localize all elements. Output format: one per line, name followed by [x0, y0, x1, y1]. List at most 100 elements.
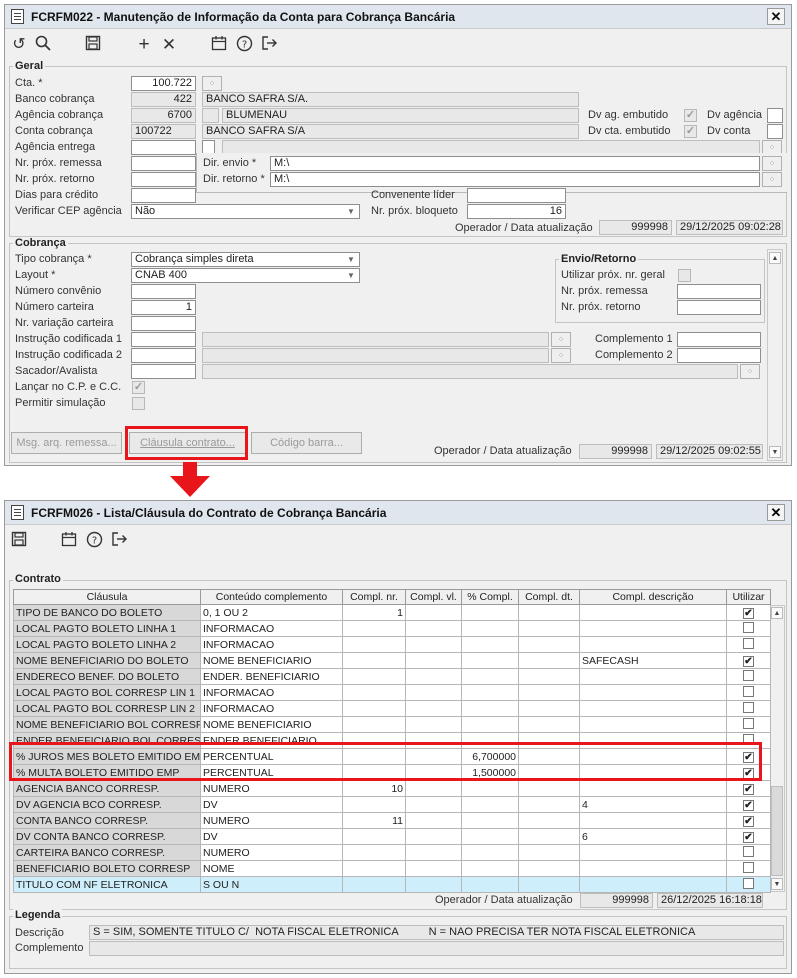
compl-nr-cell[interactable] — [342, 876, 406, 893]
table-row[interactable]: DV AGENCIA BCO CORRESP. DV 4 ✔ — [13, 796, 771, 813]
table-row[interactable]: DV CONTA BANCO CORRESP. DV 6 ✔ — [13, 828, 771, 845]
save-icon[interactable] — [9, 531, 29, 551]
utilizar-checkbox[interactable] — [743, 717, 754, 729]
conteudo-cell[interactable]: DV — [200, 828, 343, 845]
msg-arq-remessa-button[interactable]: Msg. arq. remessa... — [11, 432, 122, 454]
clausula-cell[interactable]: CARTEIRA BANCO CORRESP. — [13, 844, 201, 861]
compl-descricao-cell[interactable] — [579, 636, 727, 653]
add-icon[interactable]: + — [134, 35, 154, 55]
compl-vl-cell[interactable] — [405, 828, 462, 845]
cta-lookup-button[interactable]: ⁘ — [202, 76, 222, 91]
pct-compl-cell[interactable] — [461, 860, 519, 877]
compl-descricao-cell[interactable] — [579, 780, 727, 797]
utilizar-cell[interactable] — [726, 876, 771, 893]
table-row[interactable]: LOCAL PAGTO BOLETO LINHA 1 INFORMACAO — [13, 620, 771, 637]
instrucao1-lookup-button[interactable]: ⁘ — [551, 332, 571, 347]
instrucao2-field[interactable] — [131, 348, 196, 363]
compl-descricao-cell[interactable]: 4 — [579, 796, 727, 813]
compl-vl-cell[interactable] — [405, 812, 462, 829]
table-row[interactable]: LOCAL PAGTO BOL CORRESP LIN 1 INFORMACAO — [13, 684, 771, 701]
pct-compl-cell[interactable] — [461, 652, 519, 669]
pct-compl-cell[interactable] — [461, 828, 519, 845]
utilizar-checkbox[interactable]: ✔ — [743, 607, 754, 619]
compl-dt-cell[interactable] — [518, 604, 580, 621]
utilizar-cell[interactable] — [726, 700, 771, 717]
utilizar-cell[interactable]: ✔ — [726, 812, 771, 829]
compl-dt-cell[interactable] — [518, 796, 580, 813]
compl-dt-cell[interactable] — [518, 780, 580, 797]
sacador-lookup-button[interactable]: ⁘ — [740, 364, 760, 379]
scroll-up-icon[interactable]: ▲ — [771, 607, 783, 619]
agencia-entrega-field[interactable] — [131, 140, 196, 155]
table-row[interactable]: NOME BENEFICIARIO DO BOLETO NOME BENEFICI… — [13, 652, 771, 669]
compl-dt-cell[interactable] — [518, 844, 580, 861]
cep-select[interactable]: Não — [131, 204, 360, 219]
utilizar-cell[interactable] — [726, 860, 771, 877]
compl-descricao-cell[interactable] — [579, 860, 727, 877]
pct-compl-cell[interactable] — [461, 716, 519, 733]
pct-compl-cell[interactable] — [461, 684, 519, 701]
cobranca-scrollbar[interactable]: ▲ ▼ — [767, 249, 783, 461]
conteudo-cell[interactable]: NOME — [200, 860, 343, 877]
utilizar-checkbox[interactable] — [743, 637, 754, 649]
col-header-pct-compl[interactable]: % Compl. — [461, 589, 519, 605]
dir-envio-browse-button[interactable]: ⁘ — [762, 156, 782, 171]
utilizar-checkbox[interactable] — [743, 877, 754, 889]
grid-scrollbar[interactable]: ▲ ▼ — [769, 605, 785, 892]
compl-nr-cell[interactable]: 1 — [342, 604, 406, 621]
dir-envio-field[interactable]: M:\ — [270, 156, 760, 171]
dir-retorno-browse-button[interactable]: ⁘ — [762, 172, 782, 187]
compl-nr-cell[interactable] — [342, 716, 406, 733]
compl-descricao-cell[interactable] — [579, 876, 727, 893]
conteudo-cell[interactable]: INFORMACAO — [200, 700, 343, 717]
conteudo-cell[interactable]: ENDER. BENEFICIARIO — [200, 668, 343, 685]
compl-vl-cell[interactable] — [405, 604, 462, 621]
carteira-field[interactable]: 1 — [131, 300, 196, 315]
pct-compl-cell[interactable] — [461, 812, 519, 829]
sacador-field[interactable] — [131, 364, 196, 379]
compl-dt-cell[interactable] — [518, 860, 580, 877]
col-header-utilizar[interactable]: Utilizar — [726, 589, 771, 605]
utilizar-cell[interactable]: ✔ — [726, 796, 771, 813]
convenio-field[interactable] — [131, 284, 196, 299]
conteudo-cell[interactable]: INFORMACAO — [200, 620, 343, 637]
chevron-down-icon[interactable]: ▼ — [344, 205, 358, 218]
clausula-cell[interactable]: BENEFICIARIO BOLETO CORRESP — [13, 860, 201, 877]
exit-icon[interactable] — [109, 531, 129, 551]
compl-descricao-cell[interactable] — [579, 684, 727, 701]
compl-vl-cell[interactable] — [405, 796, 462, 813]
pct-compl-cell[interactable] — [461, 620, 519, 637]
clausula-cell[interactable]: ENDERECO BENEF. DO BOLETO — [13, 668, 201, 685]
compl-vl-cell[interactable] — [405, 700, 462, 717]
compl-vl-cell[interactable] — [405, 876, 462, 893]
utilizar-cell[interactable]: ✔ — [726, 828, 771, 845]
clausula-cell[interactable]: TITULO COM NF ELETRONICA — [13, 876, 201, 893]
col-header-compl-dt[interactable]: Compl. dt. — [518, 589, 580, 605]
clausula-cell[interactable]: LOCAL PAGTO BOL CORRESP LIN 2 — [13, 700, 201, 717]
compl-dt-cell[interactable] — [518, 876, 580, 893]
compl-descricao-cell[interactable] — [579, 620, 727, 637]
chevron-down-icon[interactable]: ▼ — [344, 253, 358, 266]
utilizar-checkbox[interactable]: ✔ — [743, 783, 754, 795]
compl-nr-cell[interactable] — [342, 860, 406, 877]
utilizar-checkbox[interactable]: ✔ — [743, 799, 754, 811]
compl-dt-cell[interactable] — [518, 716, 580, 733]
calendar-icon[interactable] — [59, 531, 79, 551]
dv-ag-embutido-checkbox[interactable]: ✓ — [684, 109, 697, 122]
conteudo-cell[interactable]: DV — [200, 796, 343, 813]
compl-nr-cell[interactable] — [342, 684, 406, 701]
compl-nr-cell[interactable] — [342, 620, 406, 637]
table-row[interactable]: LOCAL PAGTO BOL CORRESP LIN 2 INFORMACAO — [13, 700, 771, 717]
compl-vl-cell[interactable] — [405, 652, 462, 669]
table-row[interactable]: AGENCIA BANCO CORRESP. NUMERO 10 ✔ — [13, 780, 771, 797]
compl-descricao-cell[interactable] — [579, 716, 727, 733]
utilizar-cell[interactable] — [726, 716, 771, 733]
compl-dt-cell[interactable] — [518, 636, 580, 653]
instrucao2-lookup-button[interactable]: ⁘ — [551, 348, 571, 363]
calendar-icon[interactable] — [209, 35, 229, 55]
undo-icon[interactable]: ↺ — [9, 35, 29, 55]
compl-descricao-cell[interactable] — [579, 604, 727, 621]
close-button[interactable]: ✕ — [767, 504, 785, 521]
col-header-compl-descricao[interactable]: Compl. descrição — [579, 589, 727, 605]
conteudo-cell[interactable]: NUMERO — [200, 844, 343, 861]
